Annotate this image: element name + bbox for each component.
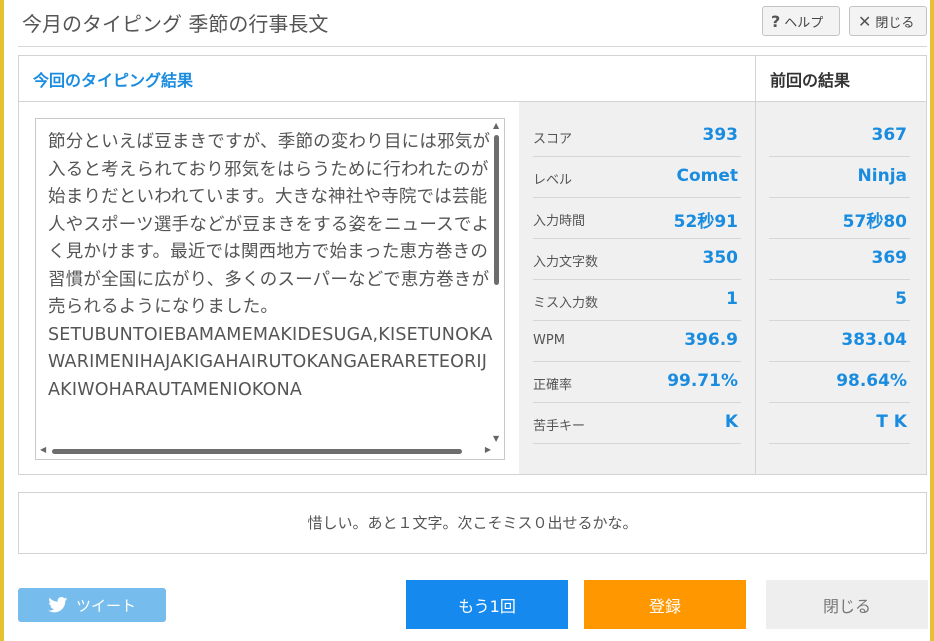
- stat-previous-value: T K: [876, 412, 907, 432]
- feedback-message: 惜しい。あと１文字。次こそミス０出せるかな。: [307, 514, 638, 532]
- right-edge-decoration: [930, 0, 934, 641]
- vertical-scrollbar[interactable]: ▲ ▼: [492, 121, 502, 443]
- horizontal-scroll-thumb[interactable]: [52, 449, 462, 454]
- stat-current-value: 350: [702, 248, 739, 268]
- left-edge-decoration: [0, 0, 4, 641]
- stat-previous-value: 369: [871, 248, 908, 268]
- stat-row-miss-count: ミス入力数 1: [533, 280, 741, 321]
- stat-row-wpm: WPM 396.9: [533, 321, 741, 362]
- retry-button-label: もう1回: [458, 596, 516, 616]
- x-icon: ✕: [858, 11, 872, 31]
- stat-label: 正確率: [533, 378, 573, 393]
- stat-previous-value: 57秒80: [842, 212, 907, 232]
- register-button[interactable]: 登録: [584, 580, 746, 629]
- stat-label: レベル: [533, 173, 573, 188]
- retry-button[interactable]: もう1回: [406, 580, 568, 629]
- prev-row-char-count: 369: [769, 239, 910, 280]
- close-button-label: 閉じる: [822, 596, 871, 616]
- tweet-button[interactable]: ツイート: [18, 588, 166, 622]
- scroll-left-arrow-icon[interactable]: ◀: [40, 445, 46, 454]
- current-result-heading: 今回のタイピング結果: [33, 71, 194, 90]
- scroll-right-arrow-icon[interactable]: ▶: [485, 445, 491, 454]
- stat-current-value: 393: [702, 125, 739, 145]
- current-result-header: 今回のタイピング結果: [19, 56, 755, 102]
- close-top-button-label: 閉じる: [875, 15, 915, 31]
- close-button[interactable]: 閉じる: [766, 580, 928, 629]
- prev-row-accuracy: 98.64%: [769, 362, 910, 403]
- feedback-message-box: 惜しい。あと１文字。次こそミス０出せるかな。: [18, 492, 927, 554]
- stat-label: 入力文字数: [533, 255, 599, 270]
- prev-row-weak-keys: T K: [769, 403, 910, 444]
- help-button-label: ヘルプ: [784, 15, 824, 31]
- title-divider: [18, 46, 927, 47]
- stat-row-level: レベル Comet: [533, 157, 741, 198]
- page-title: 今月のタイピング 季節の行事長文: [22, 12, 329, 36]
- stat-label: WPM: [533, 333, 565, 348]
- close-top-button[interactable]: ✕ 閉じる: [849, 6, 927, 36]
- previous-column-divider: [755, 102, 756, 474]
- stat-previous-value: 98.64%: [836, 371, 907, 391]
- stat-previous-value: 367: [871, 125, 908, 145]
- stat-label: スコア: [533, 132, 573, 147]
- stat-current-value: 1: [726, 289, 738, 309]
- tweet-button-label: ツイート: [75, 596, 136, 615]
- register-button-label: 登録: [648, 596, 681, 616]
- stat-label: ミス入力数: [533, 296, 599, 311]
- stat-current-value: 396.9: [684, 330, 738, 350]
- scroll-up-arrow-icon[interactable]: ▲: [493, 121, 499, 130]
- prev-row-miss-count: 5: [769, 280, 910, 321]
- stat-row-input-time: 入力時間 52秒91: [533, 198, 741, 239]
- previous-result-header: 前回の結果: [755, 56, 926, 102]
- prev-row-input-time: 57秒80: [769, 198, 910, 239]
- stat-current-value: 99.71%: [667, 371, 738, 391]
- horizontal-scrollbar[interactable]: ◀ ▶: [38, 445, 493, 457]
- stat-current-value: Comet: [676, 166, 738, 186]
- twitter-bird-icon: [48, 597, 68, 613]
- stat-previous-value: 383.04: [841, 330, 907, 350]
- previous-result-heading: 前回の結果: [770, 71, 851, 90]
- typed-text-box[interactable]: 節分といえば豆まきですが、季節の変わり目には邪気が入ると考えられており邪気をはら…: [35, 118, 505, 460]
- prev-row-wpm: 383.04: [769, 321, 910, 362]
- scroll-down-arrow-icon[interactable]: ▼: [493, 434, 499, 443]
- stat-row-score: スコア 393: [533, 116, 741, 157]
- stat-current-value: 52秒91: [673, 212, 738, 232]
- stat-current-value: K: [724, 412, 738, 432]
- stat-row-weak-keys: 苦手キー K: [533, 403, 741, 444]
- help-button[interactable]: ? ヘルプ: [762, 6, 840, 36]
- vertical-scroll-thumb[interactable]: [494, 135, 499, 285]
- result-panel: 今回のタイピング結果 前回の結果 節分といえば豆まきですが、季節の変わり目には邪…: [18, 55, 927, 475]
- stat-label: 入力時間: [533, 214, 586, 229]
- question-mark-icon: ?: [771, 11, 781, 31]
- prev-row-level: Ninja: [769, 157, 910, 198]
- stat-row-accuracy: 正確率 99.71%: [533, 362, 741, 403]
- stat-row-char-count: 入力文字数 350: [533, 239, 741, 280]
- stat-label: 苦手キー: [533, 419, 586, 434]
- stat-previous-value: 5: [895, 289, 907, 309]
- typed-text: 節分といえば豆まきですが、季節の変わり目には邪気が入ると考えられており邪気をはら…: [48, 132, 493, 400]
- stat-previous-value: Ninja: [857, 166, 907, 186]
- prev-row-score: 367: [769, 116, 910, 157]
